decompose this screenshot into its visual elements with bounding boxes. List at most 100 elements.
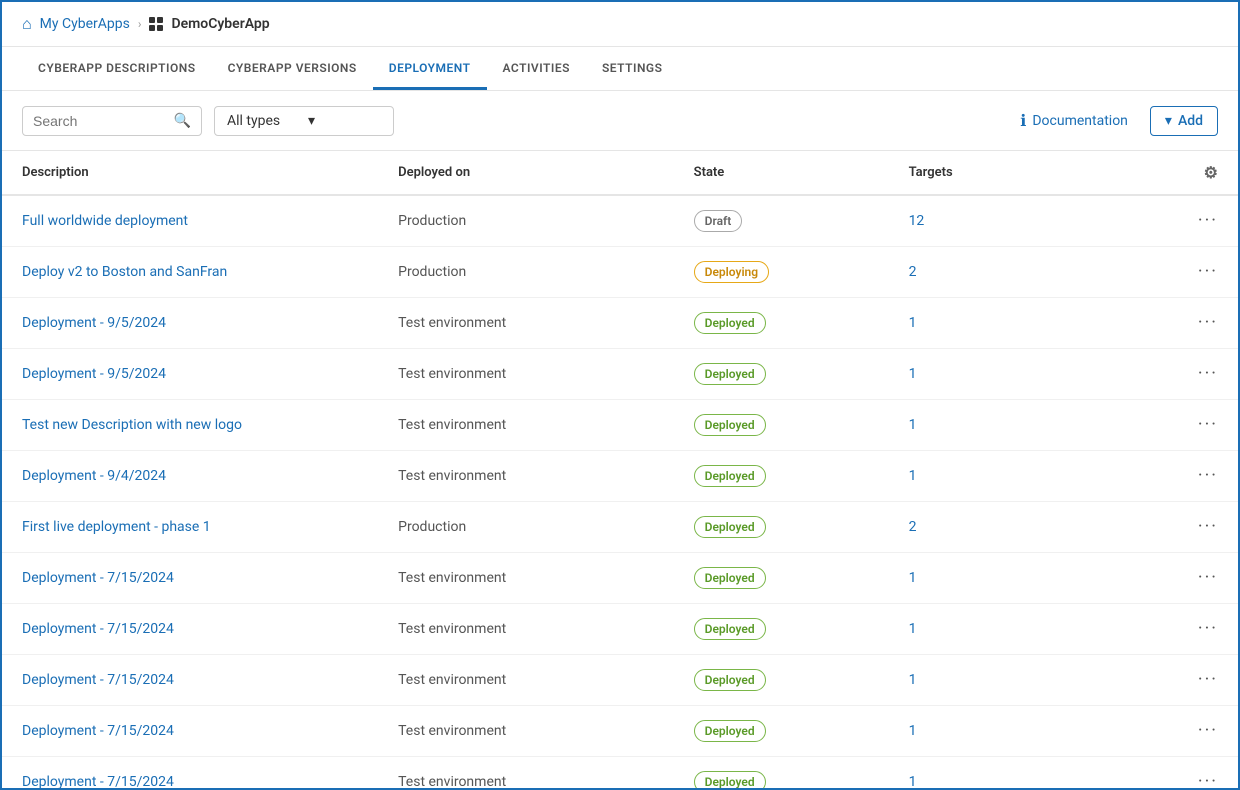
- cell-description[interactable]: Deployment - 7/15/2024: [2, 604, 378, 655]
- cell-targets[interactable]: 1: [889, 757, 1158, 789]
- table-row: Deployment - 9/5/2024 Test environment D…: [2, 298, 1238, 349]
- documentation-label: Documentation: [1032, 113, 1128, 129]
- add-button[interactable]: ▾ Add: [1150, 106, 1218, 136]
- table-row: Deploy v2 to Boston and SanFran Producti…: [2, 247, 1238, 298]
- cell-deployed-on: Production: [378, 247, 674, 298]
- row-actions-menu[interactable]: ···: [1198, 210, 1218, 231]
- cell-description[interactable]: Full worldwide deployment: [2, 195, 378, 247]
- table-row: First live deployment - phase 1 Producti…: [2, 502, 1238, 553]
- breadcrumb-current-app: DemoCyberApp: [171, 16, 269, 32]
- cell-actions[interactable]: ···: [1157, 400, 1238, 451]
- cell-state: Deployed: [674, 655, 889, 706]
- cell-deployed-on: Test environment: [378, 706, 674, 757]
- documentation-button[interactable]: ℹ Documentation: [1010, 105, 1138, 136]
- cell-targets[interactable]: 12: [889, 195, 1158, 247]
- row-actions-menu[interactable]: ···: [1198, 669, 1218, 690]
- row-actions-menu[interactable]: ···: [1198, 363, 1218, 384]
- state-badge: Deployed: [694, 516, 766, 538]
- row-actions-menu[interactable]: ···: [1198, 567, 1218, 588]
- tab-cyberapp-descriptions[interactable]: CYBERAPP DESCRIPTIONS: [22, 47, 212, 90]
- cell-actions[interactable]: ···: [1157, 349, 1238, 400]
- cell-actions[interactable]: ···: [1157, 502, 1238, 553]
- state-badge: Deployed: [694, 669, 766, 691]
- cell-targets[interactable]: 1: [889, 298, 1158, 349]
- cell-description[interactable]: Deployment - 9/5/2024: [2, 349, 378, 400]
- tab-activities[interactable]: ACTIVITIES: [487, 47, 586, 90]
- dropdown-arrow-icon: ▾: [308, 113, 381, 129]
- cell-state: Draft: [674, 195, 889, 247]
- cell-targets[interactable]: 1: [889, 400, 1158, 451]
- tab-deployment[interactable]: DEPLOYMENT: [373, 47, 487, 90]
- state-badge: Deployed: [694, 618, 766, 640]
- cell-deployed-on: Test environment: [378, 400, 674, 451]
- cell-state: Deployed: [674, 451, 889, 502]
- table-row: Deployment - 7/15/2024 Test environment …: [2, 553, 1238, 604]
- row-actions-menu[interactable]: ···: [1198, 771, 1218, 788]
- row-actions-menu[interactable]: ···: [1198, 516, 1218, 537]
- cell-description[interactable]: First live deployment - phase 1: [2, 502, 378, 553]
- table-container: Description Deployed on State Targets ⚙: [2, 151, 1238, 788]
- row-actions-menu[interactable]: ···: [1198, 312, 1218, 333]
- cell-actions[interactable]: ···: [1157, 655, 1238, 706]
- cell-description[interactable]: Deployment - 7/15/2024: [2, 655, 378, 706]
- table-row: Deployment - 9/5/2024 Test environment D…: [2, 349, 1238, 400]
- table-row: Deployment - 7/15/2024 Test environment …: [2, 604, 1238, 655]
- cell-description[interactable]: Deployment - 7/15/2024: [2, 553, 378, 604]
- cell-description[interactable]: Deployment - 7/15/2024: [2, 757, 378, 789]
- row-actions-menu[interactable]: ···: [1198, 465, 1218, 486]
- home-icon: ⌂: [22, 14, 32, 34]
- col-header-settings[interactable]: ⚙: [1157, 151, 1238, 195]
- cell-actions[interactable]: ···: [1157, 195, 1238, 247]
- state-badge: Deployed: [694, 414, 766, 436]
- cell-actions[interactable]: ···: [1157, 604, 1238, 655]
- breadcrumb-separator: ›: [138, 17, 142, 31]
- cell-description[interactable]: Deployment - 9/5/2024: [2, 298, 378, 349]
- cell-targets[interactable]: 1: [889, 553, 1158, 604]
- cell-description[interactable]: Deployment - 9/4/2024: [2, 451, 378, 502]
- cell-state: Deployed: [674, 298, 889, 349]
- add-dropdown-icon: ▾: [1165, 113, 1172, 129]
- cell-targets[interactable]: 1: [889, 349, 1158, 400]
- breadcrumb-home-link[interactable]: My CyberApps: [40, 16, 130, 32]
- cell-targets[interactable]: 2: [889, 502, 1158, 553]
- cell-deployed-on: Test environment: [378, 655, 674, 706]
- table-row: Deployment - 9/4/2024 Test environment D…: [2, 451, 1238, 502]
- cell-actions[interactable]: ···: [1157, 706, 1238, 757]
- cell-actions[interactable]: ···: [1157, 553, 1238, 604]
- row-actions-menu[interactable]: ···: [1198, 414, 1218, 435]
- cell-description[interactable]: Test new Description with new logo: [2, 400, 378, 451]
- cell-description[interactable]: Deployment - 7/15/2024: [2, 706, 378, 757]
- search-input[interactable]: [33, 113, 168, 129]
- table-settings-icon[interactable]: ⚙: [1204, 163, 1218, 182]
- tab-settings[interactable]: SETTINGS: [586, 47, 679, 90]
- cell-targets[interactable]: 1: [889, 706, 1158, 757]
- cell-description[interactable]: Deploy v2 to Boston and SanFran: [2, 247, 378, 298]
- row-actions-menu[interactable]: ···: [1198, 261, 1218, 282]
- type-filter-dropdown[interactable]: All types ▾: [214, 106, 394, 136]
- cell-targets[interactable]: 1: [889, 604, 1158, 655]
- cell-deployed-on: Test environment: [378, 757, 674, 789]
- cell-state: Deployed: [674, 502, 889, 553]
- cell-state: Deployed: [674, 349, 889, 400]
- cell-state: Deployed: [674, 400, 889, 451]
- col-header-description: Description: [2, 151, 378, 195]
- cell-actions[interactable]: ···: [1157, 298, 1238, 349]
- cell-actions[interactable]: ···: [1157, 247, 1238, 298]
- tab-cyberapp-versions[interactable]: CYBERAPP VERSIONS: [212, 47, 373, 90]
- state-badge: Deploying: [694, 261, 769, 283]
- app-container: ⌂ My CyberApps › DemoCyberApp CYBERAPP D…: [0, 0, 1240, 790]
- app-grid-icon: [149, 17, 163, 31]
- cell-targets[interactable]: 2: [889, 247, 1158, 298]
- row-actions-menu[interactable]: ···: [1198, 618, 1218, 639]
- cell-actions[interactable]: ···: [1157, 451, 1238, 502]
- cell-state: Deployed: [674, 757, 889, 789]
- cell-deployed-on: Test environment: [378, 553, 674, 604]
- search-box[interactable]: 🔍: [22, 106, 202, 136]
- cell-actions[interactable]: ···: [1157, 757, 1238, 789]
- cell-targets[interactable]: 1: [889, 451, 1158, 502]
- row-actions-menu[interactable]: ···: [1198, 720, 1218, 741]
- table-row: Full worldwide deployment Production Dra…: [2, 195, 1238, 247]
- deployments-table: Description Deployed on State Targets ⚙: [2, 151, 1238, 788]
- state-badge: Draft: [694, 210, 743, 232]
- cell-targets[interactable]: 1: [889, 655, 1158, 706]
